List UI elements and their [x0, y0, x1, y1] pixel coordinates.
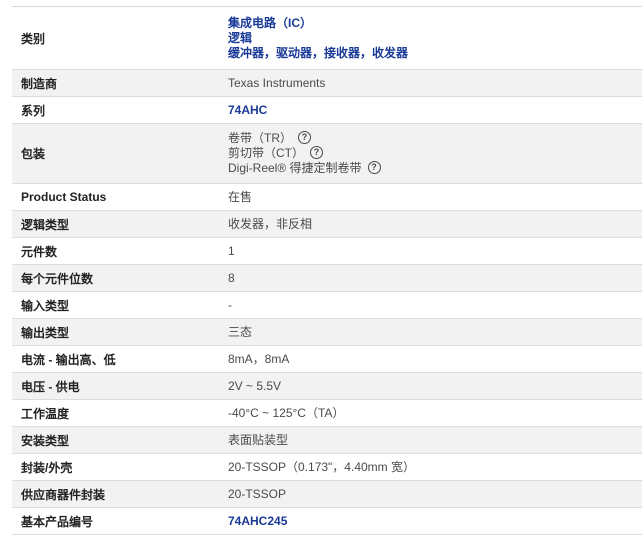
- attr-row-supply-voltage: 电压 - 供电 2V ~ 5.5V: [12, 373, 642, 400]
- mounting-type-value: 表面贴装型: [228, 432, 289, 447]
- attr-value: Texas Instruments: [228, 70, 642, 96]
- attr-label: 基本产品编号: [21, 514, 94, 529]
- attr-label: 输出类型: [21, 325, 70, 340]
- packaging-text: 卷带（TR）: [228, 131, 292, 145]
- packaging-option-tr: 卷带（TR）?: [228, 131, 642, 146]
- attr-value: 在售: [228, 184, 642, 210]
- attr-row-bits-per-element: 每个元件位数 8: [12, 265, 642, 292]
- attr-label: 系列: [21, 103, 46, 118]
- question-circle-icon[interactable]: ?: [298, 131, 311, 145]
- packaging-option-digireel: Digi-Reel® 得捷定制卷带?: [228, 161, 642, 176]
- attr-row-category: 类别 集成电路（IC） 逻辑 缓冲器，驱动器，接收器，收发器: [12, 7, 642, 70]
- attr-value: 74AHC: [228, 97, 642, 123]
- product-attributes-table: 类别 集成电路（IC） 逻辑 缓冲器，驱动器，接收器，收发器 制造商 Texas…: [12, 6, 642, 535]
- attr-value: 8mA，8mA: [228, 346, 642, 372]
- attr-row-element-count: 元件数 1: [12, 238, 642, 265]
- attr-value: 8: [228, 265, 642, 291]
- packaging-text: 剪切带（CT）: [228, 146, 304, 160]
- packaging-text: Digi-Reel® 得捷定制卷带: [228, 161, 362, 175]
- attr-row-input-type: 输入类型 -: [12, 292, 642, 319]
- attr-value: 三态: [228, 319, 642, 345]
- attr-value: -: [228, 292, 642, 318]
- attr-row-supplier-package: 供应商器件封装 20-TSSOP: [12, 481, 642, 508]
- bits-per-element-value: 8: [228, 270, 235, 285]
- attr-label: 电流 - 输出高、低: [21, 352, 116, 367]
- attr-label: 元件数: [21, 244, 58, 259]
- operating-temp-value: -40°C ~ 125°C（TA）: [228, 405, 345, 420]
- attr-value: 集成电路（IC） 逻辑 缓冲器，驱动器，接收器，收发器: [228, 7, 642, 69]
- attr-label: Product Status: [21, 190, 107, 204]
- attr-label: 电压 - 供电: [21, 379, 80, 394]
- product-status-value: 在售: [228, 189, 253, 204]
- attr-label: 安装类型: [21, 433, 70, 448]
- attr-label: 工作温度: [21, 406, 70, 421]
- attr-value: 2V ~ 5.5V: [228, 373, 642, 399]
- attr-row-output-type: 输出类型 三态: [12, 319, 642, 346]
- attr-value: 卷带（TR）? 剪切带（CT）? Digi-Reel® 得捷定制卷带?: [228, 124, 642, 183]
- logic-type-value: 收发器，非反相: [228, 216, 313, 231]
- base-part-number-link[interactable]: 74AHC245: [228, 514, 642, 529]
- element-count-value: 1: [228, 243, 235, 258]
- attr-label: 逻辑类型: [21, 217, 70, 232]
- category-link-ic[interactable]: 集成电路（IC）: [228, 16, 642, 31]
- attr-row-product-status: Product Status 在售: [12, 184, 642, 211]
- attr-row-series: 系列 74AHC: [12, 97, 642, 124]
- attr-value: 20-TSSOP: [228, 481, 642, 507]
- package-case-value: 20-TSSOP（0.173"，4.40mm 宽）: [228, 459, 415, 474]
- category-link-buffers[interactable]: 缓冲器，驱动器，接收器，收发器: [228, 46, 642, 61]
- attr-label: 包装: [21, 147, 46, 161]
- attr-value: 收发器，非反相: [228, 211, 642, 237]
- attr-row-output-current: 电流 - 输出高、低 8mA，8mA: [12, 346, 642, 373]
- attr-label: 类别: [21, 31, 46, 46]
- packaging-option-ct: 剪切带（CT）?: [228, 146, 642, 161]
- supplier-package-value: 20-TSSOP: [228, 486, 287, 501]
- attr-label: 封装/外壳: [21, 460, 73, 475]
- attr-row-packaging: 包装 卷带（TR）? 剪切带（CT）? Digi-Reel® 得捷定制卷带?: [12, 124, 642, 184]
- attr-value: -40°C ~ 125°C（TA）: [228, 400, 642, 426]
- attr-row-mounting-type: 安装类型 表面贴装型: [12, 427, 642, 454]
- attr-row-package-case: 封装/外壳 20-TSSOP（0.173"，4.40mm 宽）: [12, 454, 642, 481]
- attr-value: 74AHC245: [228, 508, 642, 534]
- series-link[interactable]: 74AHC: [228, 103, 642, 118]
- attr-label: 每个元件位数: [21, 271, 94, 286]
- question-circle-icon[interactable]: ?: [367, 161, 381, 175]
- attr-row-logic-type: 逻辑类型 收发器，非反相: [12, 211, 642, 238]
- attr-value: 1: [228, 238, 642, 264]
- output-type-value: 三态: [228, 324, 253, 339]
- manufacturer-value: Texas Instruments: [228, 75, 326, 90]
- attr-label: 输入类型: [21, 298, 70, 313]
- category-link-logic[interactable]: 逻辑: [228, 31, 642, 46]
- attr-value: 表面贴装型: [228, 427, 642, 453]
- question-circle-icon[interactable]: ?: [310, 146, 323, 160]
- supply-voltage-value: 2V ~ 5.5V: [228, 378, 282, 393]
- attr-value: 20-TSSOP（0.173"，4.40mm 宽）: [228, 454, 642, 480]
- attr-row-base-part-number: 基本产品编号 74AHC245: [12, 508, 642, 535]
- output-current-value: 8mA，8mA: [228, 351, 290, 366]
- attr-label: 供应商器件封装: [21, 487, 106, 502]
- attr-row-manufacturer: 制造商 Texas Instruments: [12, 70, 642, 97]
- attr-row-operating-temp: 工作温度 -40°C ~ 125°C（TA）: [12, 400, 642, 427]
- input-type-value: -: [228, 297, 232, 312]
- attr-label: 制造商: [21, 76, 58, 91]
